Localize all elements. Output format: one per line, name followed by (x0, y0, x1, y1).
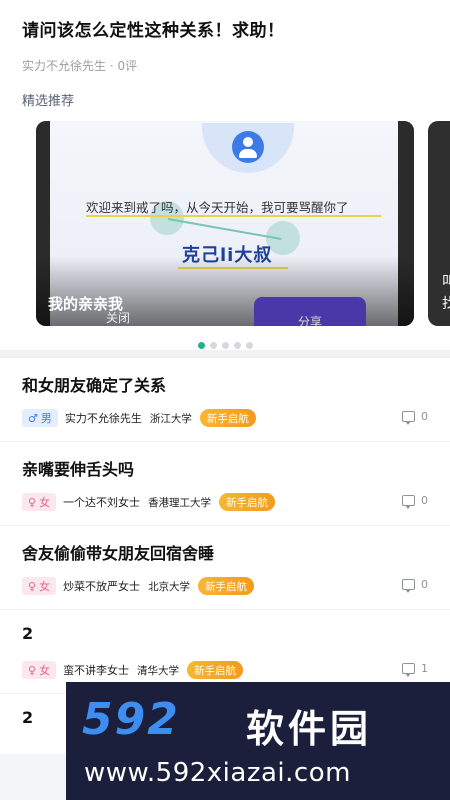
watermark-name: 软件园 (246, 707, 373, 751)
comment-count-value: 0 (421, 494, 428, 507)
card-share-button: 分享 (254, 297, 366, 326)
comment-count-value: 0 (421, 578, 428, 591)
site-watermark: 592 软件园 www.592xiazai.com (66, 682, 450, 800)
comment-count-value: 1 (421, 662, 428, 675)
watermark-logo: 592 (82, 694, 180, 745)
list-item-title[interactable]: 亲嘴要伸舌头吗 (22, 456, 428, 480)
author-school: 浙江大学 (149, 412, 192, 425)
gender-tag: ♀ 女 (22, 661, 57, 679)
author-school: 香港理工大学 (148, 496, 212, 509)
level-badge: 新手启航 (219, 493, 276, 511)
comment-count[interactable]: 0 (402, 578, 428, 593)
post-title: 请问该怎么定性这种关系！求助！ (22, 21, 285, 41)
comment-icon (402, 579, 415, 593)
carousel-dot[interactable] (233, 342, 241, 349)
female-icon: ♀ (28, 663, 37, 677)
author-name[interactable]: 蛮不讲李女士 (63, 662, 129, 678)
next-card-text: 找 (442, 296, 450, 312)
underline (86, 215, 381, 217)
card-welcome-text: 欢迎来到戒了吗，从今天开始，我可要骂醒你了 (86, 200, 349, 215)
level-badge: 新手启航 (199, 409, 256, 427)
post-header: 请问该怎么定性这种关系！求助！ 实力不允徐先生 · 0评 (0, 0, 450, 78)
comment-icon (402, 411, 415, 425)
comment-count-value: 0 (421, 410, 428, 423)
list-item[interactable]: 舍友偷偷带女朋友回宿舍睡 ♀ 女 炒菜不放严女士 北京大学 新手启航 0 (0, 526, 450, 610)
comment-count[interactable]: 1 (402, 662, 428, 677)
gender-tag: ♀ 女 (22, 493, 57, 511)
author-name[interactable]: 一个达不刘女士 (63, 494, 140, 510)
author-school: 清华大学 (137, 664, 180, 677)
list-item-title[interactable]: 和女朋友确定了关系 (22, 372, 428, 396)
section-divider (0, 350, 450, 358)
next-featured-card[interactable]: 叫 找 (428, 121, 450, 326)
female-icon: ♀ (28, 495, 37, 509)
author-name[interactable]: 炒菜不放严女士 (63, 578, 140, 594)
male-icon: ♂ (28, 411, 38, 425)
list-item-meta: ♀ 女 蛮不讲李女士 清华大学 新手启航 1 (22, 660, 428, 680)
comment-icon (402, 495, 415, 509)
level-badge: 新手启航 (187, 661, 244, 679)
list-item-meta: ♀ 女 一个达不刘女士 香港理工大学 新手启航 0 (22, 492, 428, 512)
carousel-dot[interactable] (197, 342, 205, 349)
decor-line (167, 218, 282, 240)
comment-icon (402, 663, 415, 677)
featured-label: 精选推荐 (22, 94, 75, 109)
list-item-meta: ♂ 男 实力不允徐先生 浙江大学 新手启航 0 (22, 408, 428, 428)
female-icon: ♀ (28, 579, 37, 593)
carousel-dot[interactable] (209, 342, 217, 349)
user-avatar-icon (232, 131, 264, 163)
carousel-dot[interactable] (245, 342, 253, 349)
author-school: 北京大学 (148, 580, 191, 593)
gender-label: 女 (39, 496, 51, 509)
level-badge: 新手启航 (198, 577, 255, 595)
list-item-title[interactable]: 2 (22, 624, 428, 643)
card-caption: 我的亲亲我 (48, 295, 124, 313)
comment-count[interactable]: 0 (402, 410, 428, 425)
list-item-meta: ♀ 女 炒菜不放严女士 北京大学 新手启航 0 (22, 576, 428, 596)
featured-carousel[interactable]: 欢迎来到戒了吗，从今天开始，我可要骂醒你了 克己li大叔 关闭 分享 我的亲亲我… (0, 121, 450, 331)
gender-tag: ♂ 男 (22, 409, 58, 427)
list-item-title[interactable]: 舍友偷偷带女朋友回宿舍睡 (22, 540, 428, 564)
list-item[interactable]: 和女朋友确定了关系 ♂ 男 实力不允徐先生 浙江大学 新手启航 0 (0, 358, 450, 442)
comment-count[interactable]: 0 (402, 494, 428, 509)
gender-label: 女 (39, 664, 51, 677)
post-meta: 实力不允徐先生 · 0评 (22, 59, 138, 73)
carousel-dot[interactable] (221, 342, 229, 349)
gender-tag: ♀ 女 (22, 577, 57, 595)
author-name[interactable]: 实力不允徐先生 (65, 410, 142, 426)
carousel-indicator (0, 334, 450, 349)
watermark-url: www.592xiazai.com (84, 758, 351, 788)
gender-label: 男 (40, 412, 52, 425)
list-item[interactable]: 亲嘴要伸舌头吗 ♀ 女 一个达不刘女士 香港理工大学 新手启航 0 (0, 442, 450, 526)
featured-section: 精选推荐 欢迎来到戒了吗，从今天开始，我可要骂醒你了 克己li大叔 关闭 分享 (0, 78, 450, 350)
featured-card[interactable]: 欢迎来到戒了吗，从今天开始，我可要骂醒你了 克己li大叔 关闭 分享 我的亲亲我 (36, 121, 414, 326)
next-card-text: 叫 (442, 274, 450, 290)
gender-label: 女 (39, 580, 51, 593)
